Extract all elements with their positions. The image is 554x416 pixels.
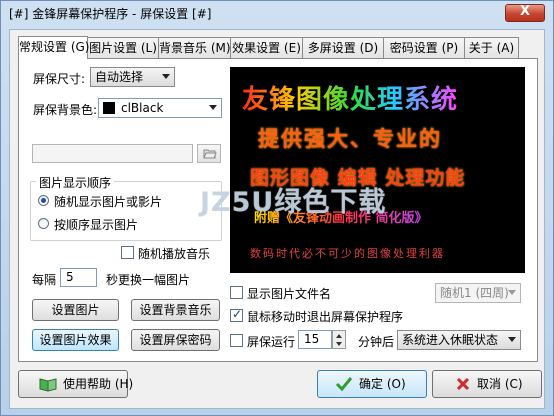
order-sequential-radio[interactable] [38,218,49,229]
picture-path-field[interactable] [32,144,193,163]
window-title: [#] 金锋屏幕保护程序 - 屏保设置 [#] [9,7,212,21]
bg-color-label: 屏保背景色: [33,103,98,117]
book-icon [39,378,57,392]
after-action-select[interactable]: 系统进入休眠状态 [397,330,521,350]
preview-image: 友锋图像处理系统 提供强大、专业的 图形图像 编辑 处理功能 附赠《友锋动画制作… [230,67,525,273]
help-button[interactable]: 使用帮助 (H) [18,370,133,398]
cancel-label: 取消 (C) [477,377,523,391]
set-picture-effect-button[interactable]: 设置图片效果 [32,329,119,351]
bg-color-select[interactable]: clBlack [98,98,222,118]
exit-on-mouse-label[interactable]: 鼠标移动时退出屏幕保护程序 [247,308,403,325]
ok-label: 确定 (O) [359,377,406,391]
screensaver-run-label[interactable]: 屏保运行 [247,333,295,350]
checkmark-icon [335,377,353,392]
chevron-down-icon [508,290,516,295]
set-bg-music-button[interactable]: 设置背景音乐 [131,299,220,321]
picture-order-title: 图片显示顺序 [36,174,115,191]
close-button[interactable]: X [505,4,545,22]
preview-line-1: 友锋图像处理系统 [242,79,458,116]
interval-prefix: 每隔 [32,273,57,287]
cancel-button[interactable]: 取消 (C) [432,370,542,398]
random-music-checkbox[interactable] [121,246,134,259]
set-picture-button[interactable]: 设置图片 [32,299,119,321]
chevron-down-icon [508,337,516,342]
order-random-radio[interactable] [38,195,49,206]
filename-position-select[interactable]: 随机1 (四周) [435,283,521,303]
size-value: 自动选择 [95,70,144,84]
screensaver-run-checkbox[interactable] [230,334,243,347]
filename-position-value: 随机1 (四周) [440,286,509,300]
preview-line-2: 提供强大、专业的 [258,126,442,151]
set-password-button[interactable]: 设置屏保密码 [131,329,220,351]
tab-music[interactable]: 背景音乐 (M) [158,37,231,58]
run-minutes-spinner[interactable] [332,330,346,349]
watermark-text: JZ5U绿色下载 [200,187,387,218]
spin-up-icon [336,334,342,338]
tab-effects[interactable]: 效果设置 (E) [230,37,303,58]
chevron-down-icon [162,74,170,79]
size-label: 屏保尺寸: [33,72,86,86]
close-icon: X [519,4,531,19]
close-icon [456,377,470,391]
tab-multiscreen[interactable]: 多屏设置 (D) [302,37,384,58]
show-filename-checkbox[interactable] [230,286,243,299]
size-select[interactable]: 自动选择 [90,67,175,87]
help-label: 使用帮助 (H) [63,377,134,391]
tab-about[interactable]: 关于 (A) [464,37,519,58]
minutes-after-label: 分钟后 [358,335,395,349]
exit-on-mouse-checkbox[interactable] [230,307,243,322]
browse-folder-button[interactable] [197,144,221,163]
bg-color-value: clBlack [121,101,164,115]
folder-open-icon [203,149,217,159]
order-sequential-label[interactable]: 按顺序显示图片 [54,216,138,233]
interval-suffix: 秒更换一幅图片 [106,273,191,287]
after-action-value: 系统进入休眠状态 [402,333,499,347]
run-minutes-input[interactable]: 15 [298,330,332,349]
preview-line-5: 数码时代必不可少的图像处理利器 [250,247,445,260]
title-bar[interactable]: [#] 金锋屏幕保护程序 - 屏保设置 [#] X [1,1,553,25]
random-music-label[interactable]: 随机播放音乐 [138,245,210,262]
chevron-down-icon [209,105,217,110]
tab-general[interactable]: 常规设置 (G) [18,36,89,59]
interval-input[interactable]: 5 [60,268,97,287]
tab-password[interactable]: 密码设置 (P) [383,37,465,58]
order-random-label[interactable]: 随机显示图片或影片 [54,193,162,210]
show-filename-label[interactable]: 显示图片文件名 [247,285,331,302]
spin-down-icon [336,342,342,346]
ok-button[interactable]: 确定 (O) [317,370,427,398]
tab-picture[interactable]: 图片设置 (L) [87,37,159,58]
color-swatch [103,102,115,114]
